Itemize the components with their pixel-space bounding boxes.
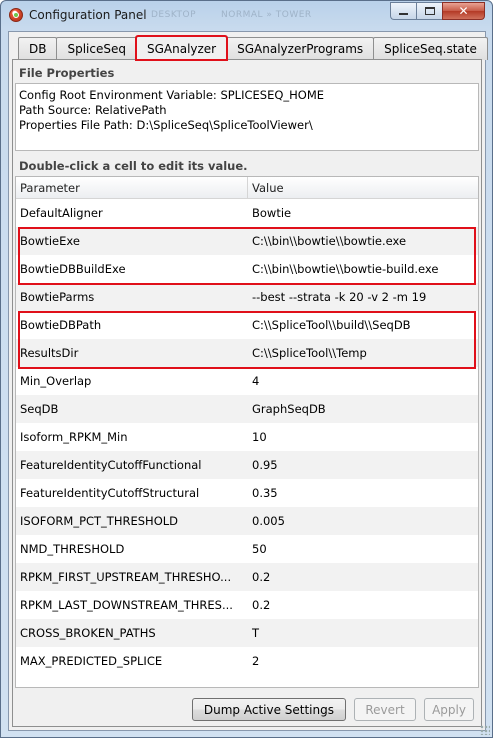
resize-grip[interactable] xyxy=(480,725,490,735)
file-properties-box: Config Root Environment Variable: SPLICE… xyxy=(15,83,479,151)
table-row[interactable]: Isoform_RPKM_Min 10 xyxy=(16,423,478,451)
parameter-cell[interactable]: DefaultAligner xyxy=(16,206,248,220)
table-row[interactable]: RPKM_LAST_DOWNSTREAM_THRES... 0.2 xyxy=(16,591,478,619)
dump-active-settings-button[interactable]: Dump Active Settings xyxy=(191,698,346,721)
configuration-panel-window: Configuration Panel DESKTOP NORMAL » TOW… xyxy=(0,0,493,738)
value-cell[interactable]: 4 xyxy=(248,374,478,388)
parameter-cell[interactable]: ISOFORM_PCT_THRESHOLD xyxy=(16,514,248,528)
value-cell[interactable]: 0.005 xyxy=(248,514,478,528)
background-subtitle-ghost: NORMAL » TOWER xyxy=(221,10,312,20)
client-area: DB SpliceSeq SGAnalyzer SGAnalyzerProgra… xyxy=(8,31,488,731)
close-button[interactable]: ✕ xyxy=(442,2,485,20)
value-cell[interactable]: 0.35 xyxy=(248,486,478,500)
value-cell[interactable]: C:\\bin\\bowtie\\bowtie.exe xyxy=(248,234,478,248)
revert-button[interactable]: Revert xyxy=(354,698,416,721)
parameter-cell[interactable]: BowtieExe xyxy=(16,234,248,248)
table-row[interactable]: BowtieExe C:\\bin\\bowtie\\bowtie.exe xyxy=(16,227,478,255)
value-cell[interactable]: T xyxy=(248,626,478,640)
value-cell[interactable]: Bowtie xyxy=(248,206,478,220)
value-cell[interactable]: 0.2 xyxy=(248,598,478,612)
table-row[interactable]: BowtieDBPath C:\\SpliceTool\\build\\SeqDB xyxy=(16,311,478,339)
value-cell[interactable]: 10 xyxy=(248,430,478,444)
parameter-cell[interactable]: Isoform_RPKM_Min xyxy=(16,430,248,444)
apply-button[interactable]: Apply xyxy=(424,698,474,721)
value-cell[interactable]: 0.95 xyxy=(248,458,478,472)
table-body: DefaultAligner Bowtie BowtieExe C:\\bin\\bo… xyxy=(16,199,478,675)
config-root-env-line: Config Root Environment Variable: SPLICE… xyxy=(19,88,325,102)
tab-sganalyzer[interactable]: SGAnalyzer xyxy=(134,35,229,61)
value-column-header[interactable]: Value xyxy=(248,177,478,199)
window-title: Configuration Panel xyxy=(29,8,147,22)
parameter-column-header[interactable]: Parameter xyxy=(16,177,248,199)
value-cell[interactable]: GraphSeqDB xyxy=(248,402,478,416)
table-row[interactable]: BowtieDBBuildExe C:\\bin\\bowtie\\bowtie-… xyxy=(16,255,478,283)
action-buttons: Dump Active Settings Revert Apply xyxy=(191,698,474,721)
maximize-icon xyxy=(424,7,435,15)
parameter-cell[interactable]: CROSS_BROKEN_PATHS xyxy=(16,626,248,640)
parameter-cell[interactable]: BowtieParms xyxy=(16,290,248,304)
table-row[interactable]: CROSS_BROKEN_PATHS T xyxy=(16,619,478,647)
value-cell[interactable]: C:\\SpliceTool\\Temp xyxy=(248,346,478,360)
value-cell[interactable]: 50 xyxy=(248,542,478,556)
table-row[interactable]: RPKM_FIRST_UPSTREAM_THRESHO... 0.2 xyxy=(16,563,478,591)
table-row[interactable]: NMD_THRESHOLD 50 xyxy=(16,535,478,563)
tab-db[interactable]: DB xyxy=(18,37,58,60)
close-icon: ✕ xyxy=(458,4,469,18)
value-cell[interactable]: 2 xyxy=(248,654,478,668)
app-icon xyxy=(9,8,23,22)
table-row[interactable]: ISOFORM_PCT_THRESHOLD 0.005 xyxy=(16,507,478,535)
parameters-table[interactable]: Parameter Value DefaultAligner Bowtie Bowt… xyxy=(15,176,479,688)
table-row[interactable]: DefaultAligner Bowtie xyxy=(16,199,478,227)
edit-instruction: Double-click a cell to edit its value. xyxy=(19,159,248,173)
file-properties-heading: File Properties xyxy=(19,66,115,80)
caption-buttons: ✕ xyxy=(390,2,485,20)
parameter-cell[interactable]: BowtieDBPath xyxy=(16,318,248,332)
parameter-cell[interactable]: FeatureIdentityCutoffStructural xyxy=(16,486,248,500)
table-row[interactable]: FeatureIdentityCutoffStructural 0.35 xyxy=(16,479,478,507)
table-row[interactable]: MAX_PREDICTED_SPLICE 2 xyxy=(16,647,478,675)
value-cell[interactable]: 0.2 xyxy=(248,570,478,584)
minimize-icon xyxy=(399,13,408,15)
table-row[interactable]: SeqDB GraphSeqDB xyxy=(16,395,478,423)
value-cell[interactable]: --best --strata -k 20 -v 2 -m 19 xyxy=(248,290,478,304)
parameter-cell[interactable]: FeatureIdentityCutoffFunctional xyxy=(16,458,248,472)
value-cell[interactable]: C:\\SpliceTool\\build\\SeqDB xyxy=(248,318,478,332)
value-cell[interactable]: C:\\bin\\bowtie\\bowtie-build.exe xyxy=(248,262,478,276)
parameter-cell[interactable]: RPKM_LAST_DOWNSTREAM_THRES... xyxy=(16,598,248,612)
table-row[interactable]: BowtieParms --best --strata -k 20 -v 2 -m… xyxy=(16,283,478,311)
sganalyzer-tab-pane: File Properties Config Root Environment … xyxy=(12,59,482,727)
parameter-cell[interactable]: RPKM_FIRST_UPSTREAM_THRESHO... xyxy=(16,570,248,584)
table-row[interactable]: ResultsDir C:\\SpliceTool\\Temp xyxy=(16,339,478,367)
tab-sganalyzerprograms[interactable]: SGAnalyzerPrograms xyxy=(226,37,375,60)
parameter-cell[interactable]: SeqDB xyxy=(16,402,248,416)
path-source-line: Path Source: RelativePath xyxy=(19,103,167,117)
maximize-button[interactable] xyxy=(416,2,442,20)
parameter-cell[interactable]: BowtieDBBuildExe xyxy=(16,262,248,276)
parameter-cell[interactable]: NMD_THRESHOLD xyxy=(16,542,248,556)
minimize-button[interactable] xyxy=(390,2,416,20)
table-row[interactable]: Min_Overlap 4 xyxy=(16,367,478,395)
table-row[interactable]: FeatureIdentityCutoffFunctional 0.95 xyxy=(16,451,478,479)
parameter-cell[interactable]: Min_Overlap xyxy=(16,374,248,388)
tab-spliceseq[interactable]: SpliceSeq xyxy=(56,37,137,60)
properties-file-path-line: Properties File Path: D:\SpliceSeq\Splic… xyxy=(19,118,313,132)
background-title-ghost: DESKTOP xyxy=(151,10,197,20)
table-header: Parameter Value xyxy=(16,177,478,199)
parameter-cell[interactable]: ResultsDir xyxy=(16,346,248,360)
title-bar[interactable]: Configuration Panel DESKTOP NORMAL » TOW… xyxy=(1,1,492,29)
tab-strip: DB SpliceSeq SGAnalyzer SGAnalyzerProgra… xyxy=(18,35,488,61)
tab-spliceseq-state[interactable]: SpliceSeq.state xyxy=(373,37,488,60)
parameter-cell[interactable]: MAX_PREDICTED_SPLICE xyxy=(16,654,248,668)
